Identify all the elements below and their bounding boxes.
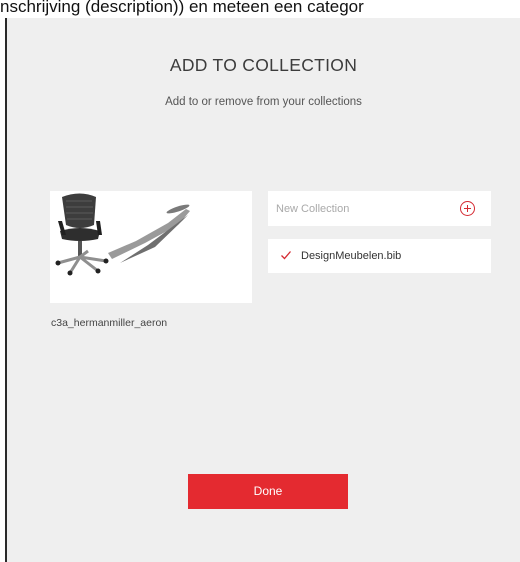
done-button-label: Done [253,484,283,498]
plus-circle-icon[interactable] [460,201,475,216]
new-collection-input[interactable] [268,191,448,226]
done-button[interactable]: Done [188,474,348,509]
add-to-collection-dialog: ADD TO COLLECTION Add to or remove from … [5,18,520,562]
checkmark-icon[interactable] [280,249,292,261]
model-name-label: c3a_hermanmiller_aeron [51,317,168,329]
dialog-subtitle: Add to or remove from your collections [165,96,362,108]
model-thumbnail [50,191,252,303]
chair-render-image [55,193,190,276]
collection-item[interactable]: DesignMeubelen.bib [268,239,491,273]
background-page-text: nschrijving (description)) en meteen een… [0,0,364,16]
background-page-strip: nschrijving (description)) en meteen een… [0,0,520,18]
new-collection-row [268,191,491,226]
collection-item-label: DesignMeubelen.bib [301,250,402,262]
dialog-title: ADD TO COLLECTION [169,55,358,75]
